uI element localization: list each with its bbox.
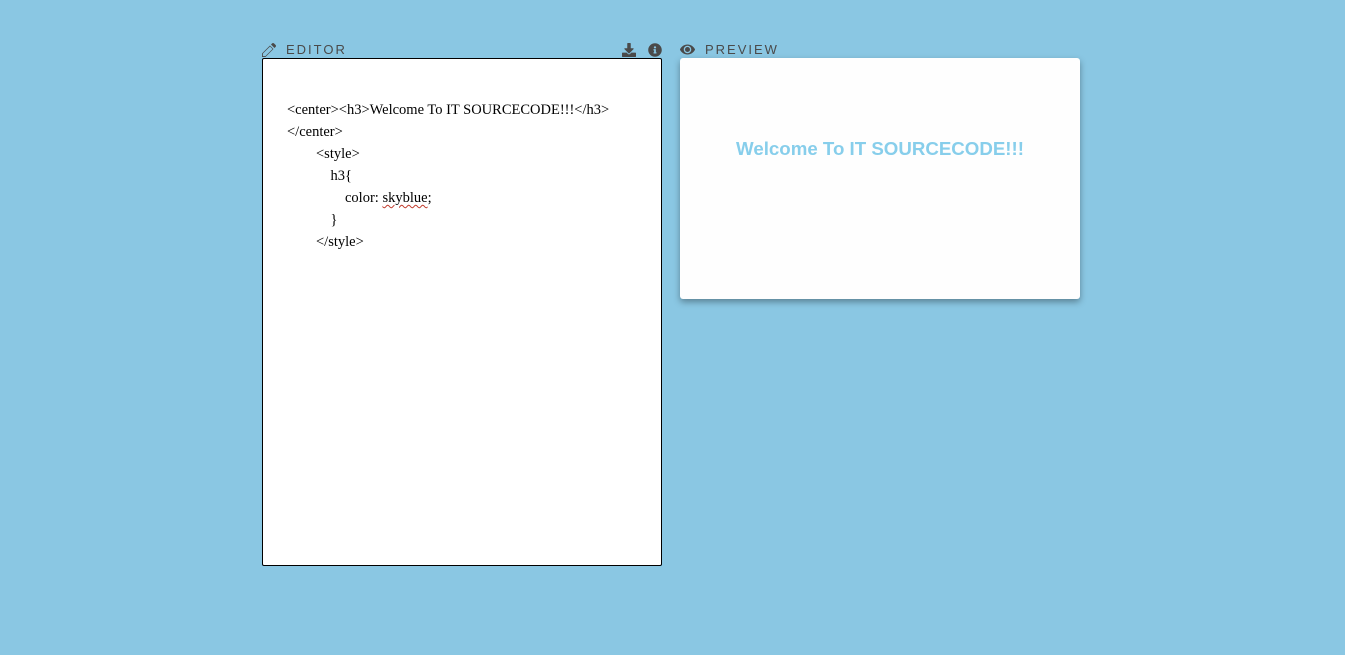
pencil-icon (262, 43, 276, 57)
code-line: color: (287, 190, 382, 206)
preview-heading: Welcome To IT SOURCECODE!!! (680, 138, 1080, 160)
preview-panel: Welcome To IT SOURCECODE!!! (680, 58, 1080, 299)
code-line: </style> (287, 234, 364, 250)
editor-header: EDITOR (262, 42, 662, 57)
code-line: </center> (287, 124, 343, 140)
code-line: } (287, 212, 337, 228)
eye-icon (680, 42, 695, 57)
editor-title: EDITOR (286, 42, 347, 57)
code-token: ; (428, 190, 432, 206)
download-icon[interactable] (622, 43, 636, 57)
code-line: h3{ (287, 168, 352, 184)
editor-panel[interactable]: <center><h3>Welcome To IT SOURCECODE!!!<… (262, 58, 662, 566)
preview-header: PREVIEW (680, 42, 779, 57)
code-line: <style> (287, 146, 360, 162)
code-line: <center><h3>Welcome To IT SOURCECODE!!!<… (287, 102, 609, 118)
info-icon[interactable] (648, 43, 662, 57)
preview-content: Welcome To IT SOURCECODE!!! (680, 58, 1080, 160)
editor-content[interactable]: <center><h3>Welcome To IT SOURCECODE!!!<… (287, 99, 651, 253)
code-token-spellerr: skyblue (382, 190, 427, 206)
preview-title: PREVIEW (705, 42, 779, 57)
